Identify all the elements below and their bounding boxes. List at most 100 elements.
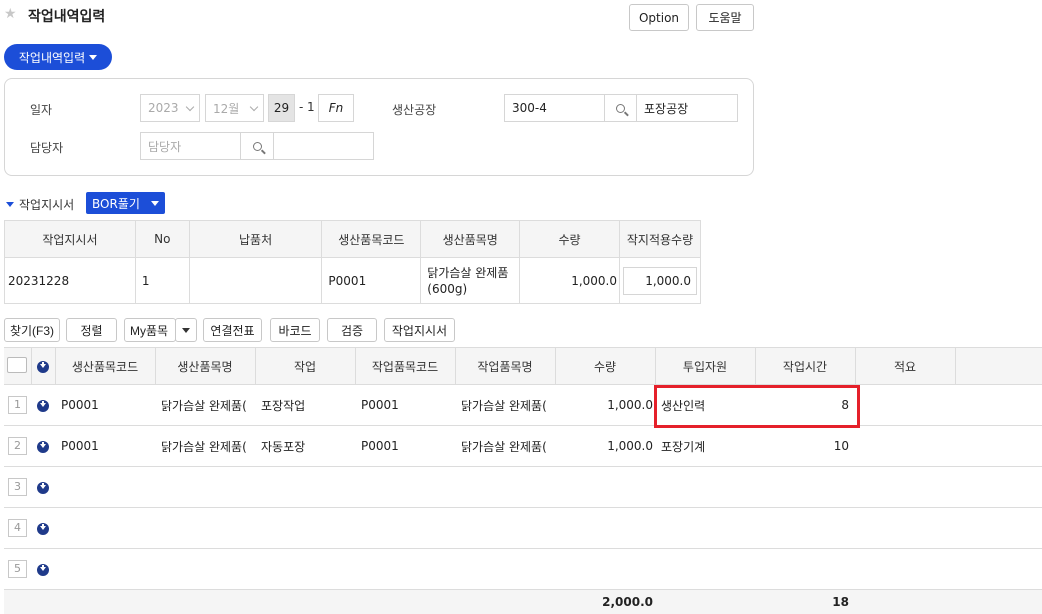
- work-order-button[interactable]: 작업지시서: [384, 318, 455, 342]
- filler-cell[interactable]: [955, 384, 1042, 426]
- table-row[interactable]: 1 P0001 닭가슴살 완제품(포장작업 P0001 닭가슴살 완제품(1,000.0…: [4, 384, 1042, 426]
- bor-expand-button[interactable]: BOR풀기: [86, 192, 165, 214]
- verify-button[interactable]: 검증: [327, 318, 377, 342]
- row-number-cell[interactable]: 2: [4, 425, 31, 467]
- time-cell[interactable]: [755, 507, 855, 549]
- qty-cell[interactable]: [555, 507, 655, 549]
- filler-cell[interactable]: [955, 548, 1042, 590]
- work-order-row[interactable]: 20231228 1 P0001 닭가슴살 완제품 (600g) 1,000.0…: [4, 257, 701, 304]
- product-name-cell[interactable]: [155, 466, 255, 508]
- task-cell[interactable]: [255, 548, 355, 590]
- row-download-cell[interactable]: [31, 425, 55, 467]
- manager-search-button[interactable]: [240, 132, 274, 160]
- resource-cell[interactable]: 포장기계: [655, 425, 755, 467]
- help-button[interactable]: 도움말: [696, 4, 754, 31]
- time-cell[interactable]: [755, 466, 855, 508]
- product-code-cell[interactable]: P0001: [55, 384, 155, 426]
- task-cell[interactable]: [255, 507, 355, 549]
- download-icon[interactable]: [37, 522, 49, 535]
- work-item-name-cell[interactable]: [455, 466, 555, 508]
- my-items-button[interactable]: My품목: [124, 318, 176, 342]
- work-item-code-cell[interactable]: P0001: [355, 425, 455, 467]
- product-name-cell[interactable]: 닭가슴살 완제품(: [155, 384, 255, 426]
- barcode-button[interactable]: 바코드: [270, 318, 320, 342]
- work-item-code-cell[interactable]: [355, 507, 455, 549]
- fn-button[interactable]: Fn: [318, 94, 354, 122]
- menu-dropdown-button[interactable]: 작업내역입력: [4, 44, 112, 70]
- qty-cell[interactable]: 1,000.0: [555, 384, 655, 426]
- col-header: 작지적용수량: [619, 220, 701, 258]
- row-number-cell[interactable]: 4: [4, 507, 31, 549]
- work-item-name-cell[interactable]: [455, 548, 555, 590]
- manager-code-input[interactable]: 담당자: [140, 132, 241, 160]
- note-cell[interactable]: [855, 384, 955, 426]
- work-item-name-cell[interactable]: 닭가슴살 완제품(: [455, 384, 555, 426]
- factory-code-input[interactable]: 300-4: [504, 94, 605, 122]
- time-cell[interactable]: 10: [755, 425, 855, 467]
- select-all-checkbox[interactable]: [7, 356, 28, 373]
- task-cell[interactable]: 포장작업: [255, 384, 355, 426]
- month-select[interactable]: 12월: [205, 94, 264, 122]
- applied-qty-input[interactable]: 1,000.0: [623, 266, 697, 295]
- download-icon[interactable]: [37, 399, 49, 412]
- table-row[interactable]: 4: [4, 507, 1042, 549]
- product-code-cell[interactable]: [55, 507, 155, 549]
- work-item-code-cell[interactable]: [355, 548, 455, 590]
- note-cell[interactable]: [855, 507, 955, 549]
- favorite-star-icon[interactable]: ★: [4, 6, 17, 22]
- task-cell[interactable]: 자동포장: [255, 425, 355, 467]
- download-icon[interactable]: [37, 360, 49, 373]
- product-code-cell: P0001: [321, 257, 422, 304]
- product-code-cell[interactable]: [55, 548, 155, 590]
- option-button[interactable]: Option: [629, 4, 689, 31]
- col-header: 생산품목명: [420, 220, 521, 258]
- row-number-cell[interactable]: 1: [4, 384, 31, 426]
- row-download-cell[interactable]: [31, 466, 55, 508]
- download-icon[interactable]: [37, 481, 49, 494]
- download-icon[interactable]: [37, 563, 49, 576]
- sort-button[interactable]: 정렬: [66, 318, 117, 342]
- work-item-code-cell[interactable]: P0001: [355, 384, 455, 426]
- row-number-cell[interactable]: 3: [4, 466, 31, 508]
- download-header-cell: [31, 347, 56, 385]
- row-number: 2: [8, 437, 27, 455]
- year-select[interactable]: 2023: [140, 94, 200, 122]
- table-row[interactable]: 2 P0001 닭가슴살 완제품(자동포장 P0001 닭가슴살 완제품(1,000.0…: [4, 425, 1042, 467]
- download-icon[interactable]: [37, 440, 49, 453]
- work-item-code-cell[interactable]: [355, 466, 455, 508]
- table-row[interactable]: 5: [4, 548, 1042, 590]
- work-order-section-toggle[interactable]: 작업지시서: [6, 196, 74, 213]
- qty-cell[interactable]: [555, 466, 655, 508]
- task-cell[interactable]: [255, 466, 355, 508]
- work-item-name-cell[interactable]: [455, 507, 555, 549]
- resource-cell[interactable]: [655, 507, 755, 549]
- product-code-cell[interactable]: P0001: [55, 425, 155, 467]
- resource-cell[interactable]: [655, 548, 755, 590]
- row-number-cell[interactable]: 5: [4, 548, 31, 590]
- table-row[interactable]: 3: [4, 466, 1042, 508]
- note-cell[interactable]: [855, 466, 955, 508]
- day-field[interactable]: 29: [268, 94, 295, 122]
- factory-search-button[interactable]: [604, 94, 637, 122]
- qty-cell[interactable]: 1,000.0: [555, 425, 655, 467]
- note-cell[interactable]: [855, 548, 955, 590]
- col-header: 투입자원: [655, 347, 756, 385]
- qty-cell[interactable]: [555, 548, 655, 590]
- product-name-cell[interactable]: [155, 548, 255, 590]
- note-cell[interactable]: [855, 425, 955, 467]
- my-items-dropdown[interactable]: [175, 318, 197, 342]
- time-cell[interactable]: [755, 548, 855, 590]
- filler-cell[interactable]: [955, 466, 1042, 508]
- product-name-cell[interactable]: [155, 507, 255, 549]
- filler-cell[interactable]: [955, 425, 1042, 467]
- row-download-cell[interactable]: [31, 384, 55, 426]
- product-code-cell[interactable]: [55, 466, 155, 508]
- filler-cell[interactable]: [955, 507, 1042, 549]
- work-item-name-cell[interactable]: 닭가슴살 완제품(: [455, 425, 555, 467]
- linked-slip-button[interactable]: 연결전표: [203, 318, 262, 342]
- find-button[interactable]: 찾기(F3): [4, 318, 60, 342]
- product-name-cell[interactable]: 닭가슴살 완제품(: [155, 425, 255, 467]
- row-download-cell[interactable]: [31, 548, 55, 590]
- resource-cell[interactable]: [655, 466, 755, 508]
- row-download-cell[interactable]: [31, 507, 55, 549]
